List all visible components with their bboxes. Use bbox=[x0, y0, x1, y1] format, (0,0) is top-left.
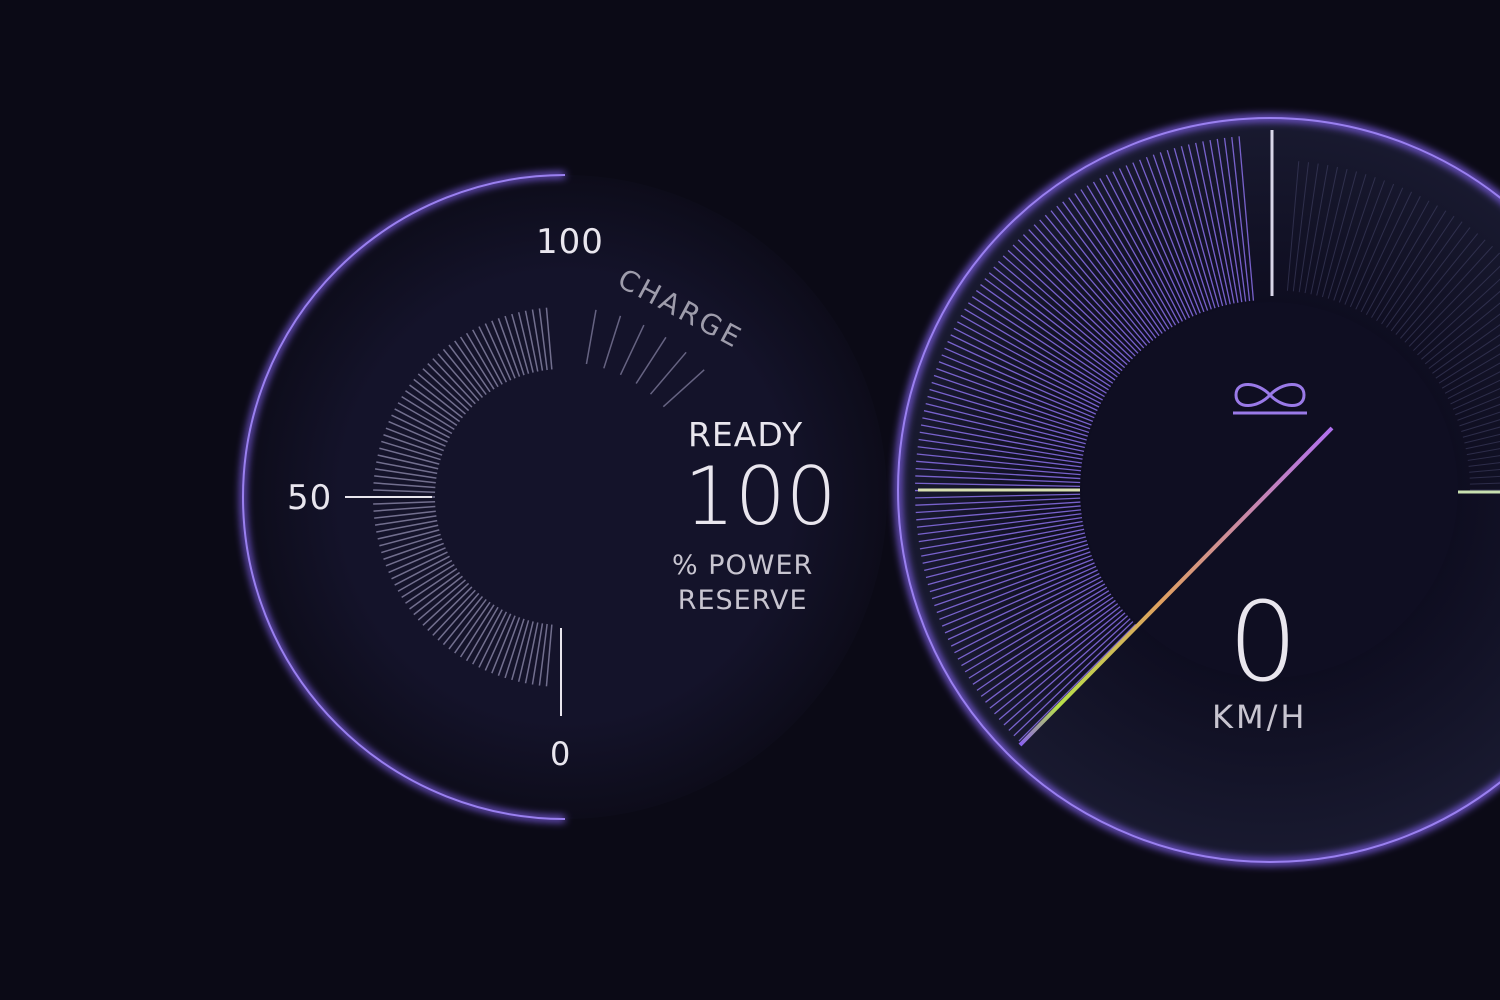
ready-status: READY bbox=[688, 415, 804, 454]
power-reserve-unit-line2: RESERVE bbox=[677, 585, 808, 616]
charge-label-min: 0 bbox=[550, 735, 572, 773]
speed-unit: KM/H bbox=[1212, 698, 1308, 736]
speedometer-gauge bbox=[894, 114, 1500, 866]
charge-label-max: 100 bbox=[536, 222, 604, 262]
power-reserve-unit-line1: % POWER bbox=[672, 550, 814, 581]
power-reserve-value: 100 bbox=[684, 450, 837, 543]
charge-label-mid: 50 bbox=[287, 478, 333, 518]
power-reserve-unit: % POWER RESERVE bbox=[672, 548, 813, 618]
speed-value: 0 bbox=[1228, 578, 1299, 706]
